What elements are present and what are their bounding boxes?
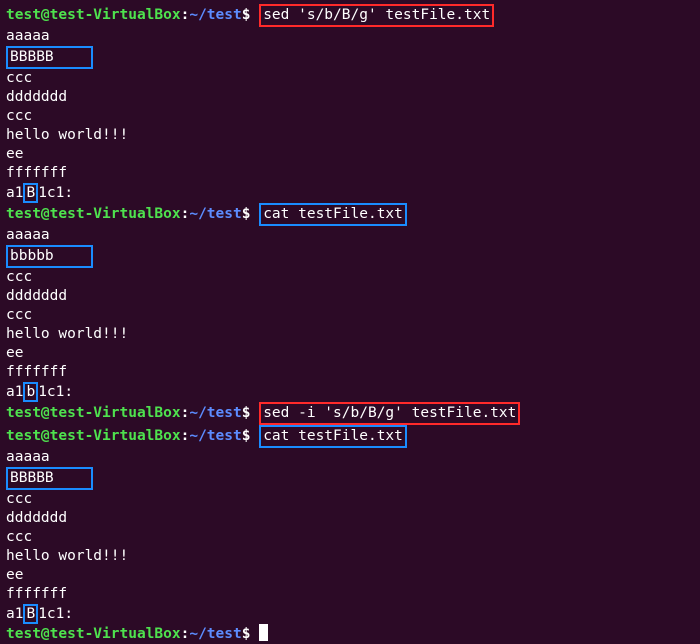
output-line: ddddddd (6, 88, 694, 107)
prompt-line-2: test@test-VirtualBox:~/test$ cat testFil… (6, 203, 694, 226)
prompt-path: ~/test (189, 405, 241, 421)
output-text: a1 (6, 384, 23, 400)
prompt-user: test (6, 7, 41, 23)
output-line: a1B1c1: (6, 183, 694, 203)
prompt-path: ~/test (189, 206, 241, 222)
output-line: a1b1c1: (6, 382, 694, 402)
output-text: BBBBB (10, 49, 54, 65)
prompt-host: test-VirtualBox (50, 405, 181, 421)
output-text: 1c1: (38, 384, 73, 400)
prompt-dollar: $ (242, 405, 251, 421)
output-text: B (26, 606, 35, 622)
output-pad (54, 248, 89, 264)
output-text: a1 (6, 185, 23, 201)
output-line: hello world!!! (6, 547, 694, 566)
output-line: fffffff (6, 164, 694, 183)
output-text: 1c1: (38, 185, 73, 201)
cmd-sed-i-highlight: sed -i 's/b/B/g' testFile.txt (259, 402, 520, 425)
prompt-user: test (6, 428, 41, 444)
prompt-path: ~/test (189, 428, 241, 444)
prompt-dollar: $ (242, 428, 251, 444)
prompt-path: ~/test (189, 626, 241, 642)
output-pad (54, 470, 89, 486)
terminal[interactable]: test@test-VirtualBox:~/test$ sed 's/b/B/… (6, 4, 694, 644)
output-line: bbbbb (6, 245, 694, 268)
prompt-line-4: test@test-VirtualBox:~/test$ cat testFil… (6, 425, 694, 448)
output-line: ccc (6, 107, 694, 126)
output-line: ccc (6, 69, 694, 88)
output-text: b (26, 384, 35, 400)
output-line: aaaaa (6, 448, 694, 467)
output-highlight-bbbbb: BBBBB (6, 46, 93, 69)
output-line: a1B1c1: (6, 604, 694, 624)
cmd-cat: cat testFile.txt (263, 206, 403, 222)
output-line: ccc (6, 268, 694, 287)
prompt-host: test-VirtualBox (50, 428, 181, 444)
prompt-at: @ (41, 405, 50, 421)
prompt-at: @ (41, 428, 50, 444)
cmd-sed: sed 's/b/B/g' testFile.txt (263, 7, 490, 23)
prompt-user: test (6, 206, 41, 222)
cmd-cat2: cat testFile.txt (263, 428, 403, 444)
cmd-sed-i: sed -i 's/b/B/g' testFile.txt (263, 405, 516, 421)
output-line: ddddddd (6, 509, 694, 528)
prompt-path: ~/test (189, 7, 241, 23)
output-text: B (26, 185, 35, 201)
output-text: bbbbb (10, 248, 54, 264)
prompt-host: test-VirtualBox (50, 626, 181, 642)
cmd-sed-highlight: sed 's/b/B/g' testFile.txt (259, 4, 494, 27)
output-highlight-char: B (23, 604, 38, 624)
output-line: hello world!!! (6, 126, 694, 145)
cmd-cat-highlight: cat testFile.txt (259, 203, 407, 226)
output-line: ee (6, 145, 694, 164)
output-highlight-char: B (23, 183, 38, 203)
prompt-line-3: test@test-VirtualBox:~/test$ sed -i 's/b… (6, 402, 694, 425)
prompt-dollar: $ (242, 626, 251, 642)
prompt-at: @ (41, 626, 50, 642)
prompt-line-5[interactable]: test@test-VirtualBox:~/test$ (6, 624, 694, 644)
output-highlight-char: b (23, 382, 38, 402)
output-highlight-bbbbb: bbbbb (6, 245, 93, 268)
output-text: BBBBB (10, 470, 54, 486)
prompt-at: @ (41, 7, 50, 23)
prompt-host: test-VirtualBox (50, 7, 181, 23)
output-line: ccc (6, 528, 694, 547)
output-line: aaaaa (6, 226, 694, 245)
prompt-at: @ (41, 206, 50, 222)
output-line: ccc (6, 306, 694, 325)
output-pad (54, 49, 89, 65)
output-line: aaaaa (6, 27, 694, 46)
output-line: BBBBB (6, 467, 694, 490)
prompt-dollar: $ (242, 206, 251, 222)
output-line: BBBBB (6, 46, 694, 69)
prompt-host: test-VirtualBox (50, 206, 181, 222)
output-text: 1c1: (38, 606, 73, 622)
output-highlight-bbbbb: BBBBB (6, 467, 93, 490)
prompt-user: test (6, 626, 41, 642)
cmd-cat2-highlight: cat testFile.txt (259, 425, 407, 448)
output-text: a1 (6, 606, 23, 622)
output-line: ddddddd (6, 287, 694, 306)
output-line: fffffff (6, 363, 694, 382)
output-line: ee (6, 344, 694, 363)
output-line: ee (6, 566, 694, 585)
prompt-dollar: $ (242, 7, 251, 23)
cursor-icon (259, 624, 268, 641)
prompt-line-1: test@test-VirtualBox:~/test$ sed 's/b/B/… (6, 4, 694, 27)
prompt-colon: : (181, 626, 190, 642)
output-line: ccc (6, 490, 694, 509)
output-line: fffffff (6, 585, 694, 604)
output-line: hello world!!! (6, 325, 694, 344)
prompt-user: test (6, 405, 41, 421)
